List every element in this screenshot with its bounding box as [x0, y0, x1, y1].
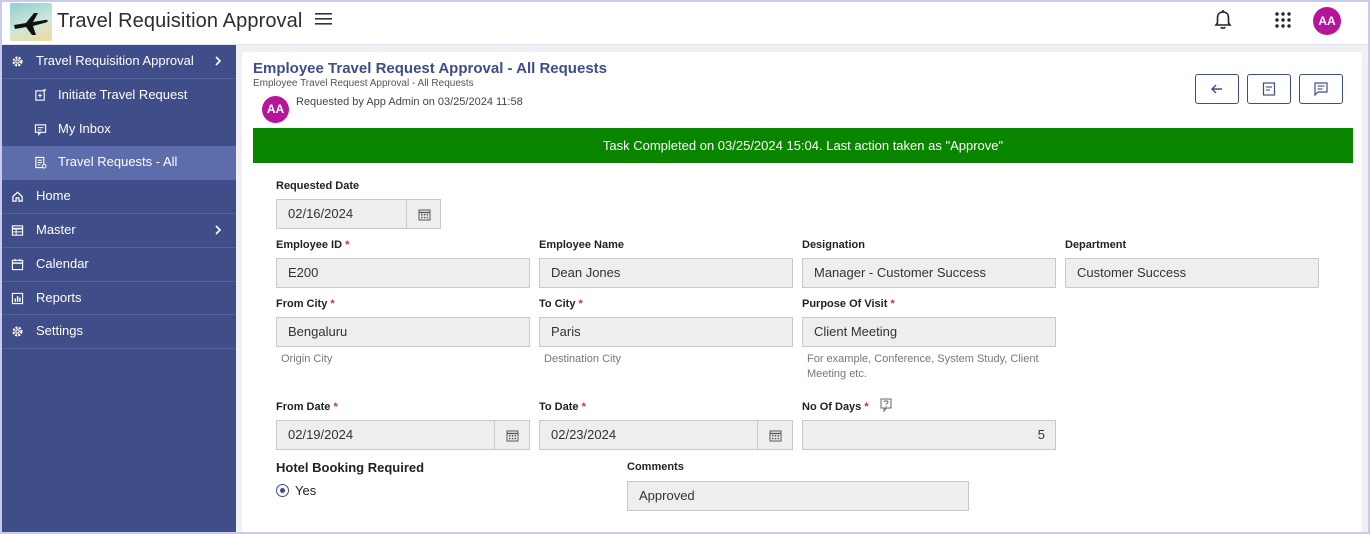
designation-label: Designation	[802, 239, 865, 251]
hamburger-menu-icon[interactable]	[315, 12, 335, 28]
sidebar-item-label: Travel Requisition Approval	[36, 53, 194, 68]
department-field[interactable]: Customer Success	[1065, 258, 1319, 288]
document-lines-icon	[1262, 82, 1276, 96]
help-icon[interactable]	[880, 398, 892, 412]
gear-icon	[12, 56, 23, 67]
apps-grid-icon[interactable]	[1274, 11, 1292, 34]
page-title: Employee Travel Request Approval - All R…	[253, 60, 607, 77]
designation-field[interactable]: Manager - Customer Success	[802, 258, 1056, 288]
requested-by-text: Requested by App Admin on 03/25/2024 11:…	[296, 96, 523, 108]
user-avatar[interactable]: AA	[1313, 7, 1341, 35]
sidebar-item-reports[interactable]: Reports	[2, 282, 236, 316]
sidebar-item-initiate-travel-request[interactable]: Initiate Travel Request	[2, 79, 236, 113]
breadcrumb: Employee Travel Request Approval - All R…	[253, 78, 474, 89]
requested-date-label: Requested Date	[276, 180, 360, 192]
employee-name-label: Employee Name	[539, 239, 624, 251]
to-city-hint: Destination City	[544, 353, 622, 365]
hotel-booking-yes-radio[interactable]	[276, 484, 289, 497]
app-title: Travel Requisition Approval	[57, 10, 303, 32]
department-label: Department	[1065, 239, 1127, 251]
comments-label: Comments	[627, 461, 684, 473]
sidebar-item-label: My Inbox	[58, 120, 111, 136]
status-banner: Task Completed on 03/25/2024 15:04. Last…	[253, 128, 1353, 163]
employee-id-field[interactable]: E200	[276, 258, 530, 288]
table-icon	[11, 225, 24, 236]
employee-id-label: Employee ID *	[276, 239, 350, 251]
from-date-calendar-button[interactable]	[494, 420, 530, 450]
sidebar-item-settings[interactable]: Settings	[2, 315, 236, 350]
purpose-of-visit-field[interactable]: Client Meeting	[802, 317, 1056, 347]
hotel-booking-label: Hotel Booking Required	[276, 460, 425, 475]
requested-date-calendar-button[interactable]	[406, 199, 441, 229]
sidebar-item-travel-requests-all[interactable]: Travel Requests - All	[2, 146, 236, 181]
to-date-calendar-button[interactable]	[757, 420, 793, 450]
top-bar: Travel Requisition Approval AA	[0, 0, 1370, 45]
calendar-icon	[418, 209, 431, 221]
to-date-label: To Date *	[539, 401, 586, 413]
no-of-days-field[interactable]: 5	[802, 420, 1056, 450]
sidebar-item-home[interactable]: Home	[2, 180, 236, 214]
to-city-field[interactable]: Paris	[539, 317, 793, 347]
sidebar-item-label: Travel Requests - All	[58, 154, 178, 170]
bell-icon[interactable]	[1213, 9, 1233, 36]
from-date-field[interactable]: 02/19/2024	[276, 420, 495, 450]
document-plus-icon	[35, 89, 47, 101]
sidebar-item-my-inbox[interactable]: My Inbox	[2, 113, 236, 147]
sidebar: Travel Requisition Approval Initiate Tra…	[2, 45, 236, 532]
sidebar-item-label: Settings	[36, 323, 83, 339]
to-city-label: To City *	[539, 298, 583, 310]
hotel-booking-yes-label: Yes	[295, 483, 317, 498]
calendar-icon	[769, 430, 782, 442]
employee-name-field[interactable]: Dean Jones	[539, 258, 793, 288]
from-city-label: From City *	[276, 298, 335, 310]
chevron-right-icon	[215, 225, 222, 235]
history-button[interactable]	[1247, 74, 1291, 104]
main-content: Employee Travel Request Approval - All R…	[242, 52, 1362, 532]
requested-date-field[interactable]: 02/16/2024	[276, 199, 407, 229]
purpose-of-visit-label: Purpose Of Visit *	[802, 298, 895, 310]
chat-icon	[1314, 82, 1328, 97]
comments-button[interactable]	[1299, 74, 1343, 104]
sidebar-item-label: Initiate Travel Request	[58, 86, 188, 102]
from-date-label: From Date *	[276, 401, 338, 413]
comments-field[interactable]: Approved	[627, 481, 969, 511]
gear-icon	[12, 326, 23, 337]
purpose-of-visit-hint: For example, Conference, System Study, C…	[807, 353, 1039, 380]
back-button[interactable]	[1195, 74, 1239, 104]
sidebar-item-label: Master	[36, 221, 76, 237]
sidebar-item-master[interactable]: Master	[2, 214, 236, 248]
from-city-hint: Origin City	[281, 353, 333, 365]
no-of-days-label: No Of Days *	[802, 401, 869, 413]
from-city-field[interactable]: Bengaluru	[276, 317, 530, 347]
list-icon	[35, 157, 47, 169]
requester-avatar: AA	[262, 96, 289, 123]
sidebar-item-travel-requisition-approval[interactable]: Travel Requisition Approval	[2, 45, 236, 79]
chevron-right-icon	[215, 56, 222, 66]
home-icon	[12, 191, 23, 202]
calendar-icon	[11, 258, 24, 270]
sidebar-item-label: Reports	[36, 289, 82, 305]
sidebar-item-label: Calendar	[36, 255, 89, 271]
sidebar-item-calendar[interactable]: Calendar	[2, 248, 236, 282]
sidebar-item-label: Home	[36, 188, 71, 204]
arrow-left-icon	[1211, 84, 1222, 94]
bar-chart-icon	[11, 292, 24, 304]
calendar-icon	[506, 430, 519, 442]
inbox-icon	[34, 123, 47, 136]
airplane-logo-icon	[10, 3, 52, 41]
to-date-field[interactable]: 02/23/2024	[539, 420, 758, 450]
